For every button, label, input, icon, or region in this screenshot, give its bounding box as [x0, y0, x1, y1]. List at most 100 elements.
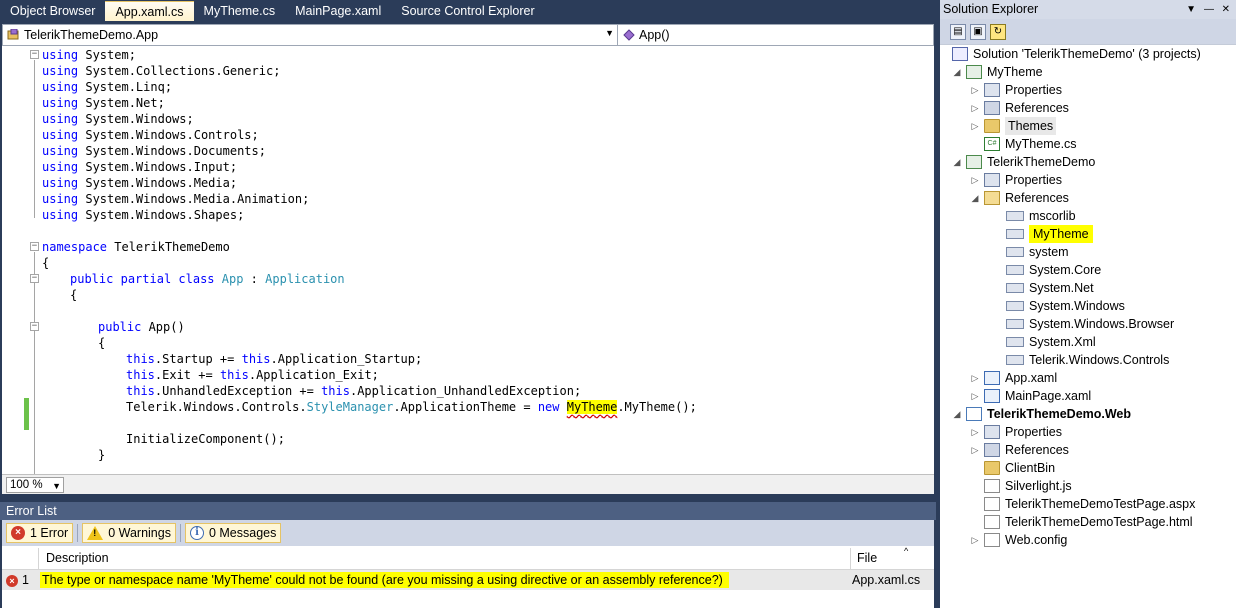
- html-file-icon: [984, 515, 1000, 529]
- tree-item-app-xaml[interactable]: ▷ App.xaml: [970, 369, 1057, 387]
- collapse-usings-icon[interactable]: −: [30, 50, 39, 59]
- tree-item-silverlight-js[interactable]: Silverlight.js: [984, 477, 1072, 495]
- tree-item-properties[interactable]: ▷ Properties: [970, 81, 1062, 99]
- tree-item-mainpage-xaml[interactable]: ▷ MainPage.xaml: [970, 387, 1091, 405]
- tree-item-reference[interactable]: System.Core: [1006, 261, 1101, 279]
- properties-icon: [984, 425, 1000, 439]
- type-name: StyleManager: [306, 400, 394, 414]
- expand-arrow-icon[interactable]: ▷: [970, 423, 980, 441]
- collapse-arrow-icon[interactable]: ◢: [952, 153, 962, 171]
- keyword: using: [42, 80, 79, 94]
- collapse-arrow-icon[interactable]: ◢: [970, 189, 980, 207]
- collapse-arrow-icon[interactable]: ◢: [952, 63, 962, 81]
- info-icon: i: [189, 526, 204, 540]
- code-line: using System;: [42, 47, 136, 63]
- show-all-files-icon[interactable]: ▣: [970, 23, 986, 40]
- tree-item-testpage-aspx[interactable]: TelerikThemeDemoTestPage.aspx: [984, 495, 1195, 513]
- tree-item-mytheme-cs[interactable]: C# MyTheme.cs: [984, 135, 1077, 153]
- member-dropdown[interactable]: App(): [618, 25, 933, 45]
- keyword: this: [126, 368, 155, 382]
- tree-item-project-telerikthemedemo[interactable]: ◢ TelerikThemeDemo: [952, 153, 1095, 171]
- pin-icon[interactable]: —: [1204, 0, 1214, 19]
- tree-item-web-config[interactable]: ▷ Web.config: [970, 531, 1067, 549]
- tree-item-references[interactable]: ◢ References: [970, 189, 1069, 207]
- tree-item-properties[interactable]: ▷ Properties: [970, 423, 1062, 441]
- tree-item-label: mscorlib: [1029, 209, 1076, 223]
- code-line: Telerik.Windows.Controls.StyleManager.Ap…: [126, 399, 697, 415]
- properties-icon: [984, 83, 1000, 97]
- collapse-class-icon[interactable]: −: [30, 274, 39, 283]
- expand-arrow-icon[interactable]: ▷: [970, 531, 980, 549]
- class-dropdown[interactable]: TelerikThemeDemo.App ▼: [3, 25, 618, 45]
- tree-item-clientbin[interactable]: ClientBin: [984, 459, 1055, 477]
- tree-item-testpage-html[interactable]: TelerikThemeDemoTestPage.html: [984, 513, 1193, 531]
- zoom-dropdown[interactable]: 100 % ▼: [6, 477, 64, 493]
- close-icon[interactable]: ✕: [1222, 0, 1230, 19]
- tree-item-reference[interactable]: System.Windows: [1006, 297, 1125, 315]
- tree-item-solution[interactable]: Solution 'TelerikThemeDemo' (3 projects): [952, 45, 1201, 63]
- divider: [179, 524, 181, 542]
- tab-object-browser[interactable]: Object Browser: [0, 1, 105, 21]
- collapse-namespace-icon[interactable]: −: [30, 242, 39, 251]
- errors-filter-button[interactable]: × 1 Error: [6, 523, 74, 543]
- using-namespace: System.Windows.Shapes;: [85, 208, 245, 222]
- column-header-description[interactable]: Description: [46, 551, 109, 565]
- column-header-file[interactable]: File: [857, 551, 877, 565]
- refresh-icon[interactable]: ↻: [990, 23, 1006, 40]
- warnings-filter-button[interactable]: ! 0 Warnings: [82, 523, 176, 543]
- tree-item-label: Web.config: [1005, 533, 1068, 547]
- collapse-arrow-icon[interactable]: ◢: [952, 405, 962, 423]
- tree-item-label: Themes: [1005, 117, 1057, 135]
- tab-source-control-explorer[interactable]: Source Control Explorer: [391, 1, 544, 21]
- expand-arrow-icon[interactable]: ▷: [970, 441, 980, 459]
- tree-item-reference[interactable]: system: [1006, 243, 1069, 261]
- tree-item-label: TelerikThemeDemo.Web: [987, 407, 1132, 421]
- code-line: InitializeComponent();: [126, 431, 285, 447]
- expand-arrow-icon[interactable]: ▷: [970, 171, 980, 189]
- tab-mytheme-cs[interactable]: MyTheme.cs: [194, 1, 286, 21]
- expand-arrow-icon[interactable]: ▷: [970, 81, 980, 99]
- error-row[interactable]: × 1 The type or namespace name 'MyTheme'…: [2, 570, 934, 590]
- keyword: class: [178, 272, 215, 286]
- error-squiggle-token[interactable]: MyTheme: [566, 400, 618, 414]
- expand-arrow-icon[interactable]: ▷: [970, 117, 980, 135]
- tree-item-reference[interactable]: mscorlib: [1006, 207, 1076, 225]
- tree-item-properties[interactable]: ▷ Properties: [970, 171, 1062, 189]
- using-namespace: System.Windows.Documents;: [85, 144, 266, 158]
- chevron-down-icon[interactable]: ▼: [1186, 0, 1196, 19]
- code-text: .Exit +=: [154, 368, 220, 382]
- tree-item-references[interactable]: ▷ References: [970, 441, 1069, 459]
- tree-item-reference[interactable]: System.Net: [1006, 279, 1094, 297]
- tree-item-label: System.Windows.Browser: [1029, 317, 1175, 331]
- expand-arrow-icon[interactable]: ▷: [970, 369, 980, 387]
- script-file-icon: [984, 479, 1000, 493]
- tree-item-label: Silverlight.js: [1005, 479, 1072, 493]
- keyword: namespace: [42, 240, 108, 254]
- warnings-filter-label: 0 Warnings: [108, 526, 171, 540]
- tree-item-reference[interactable]: System.Xml: [1006, 333, 1096, 351]
- tree-item-reference[interactable]: System.Windows.Browser: [1006, 315, 1174, 333]
- tree-item-reference-mytheme[interactable]: MyTheme: [1006, 225, 1093, 243]
- tree-item-themes[interactable]: ▷ Themes: [970, 117, 1057, 135]
- tree-item-project-web[interactable]: ◢ TelerikThemeDemo.Web: [952, 405, 1131, 423]
- tree-item-project-mytheme[interactable]: ◢ MyTheme: [952, 63, 1043, 81]
- error-icon: ×: [11, 526, 25, 540]
- properties-icon[interactable]: ▤: [950, 23, 966, 40]
- project-icon: [966, 65, 982, 79]
- tree-item-reference[interactable]: Telerik.Windows.Controls: [1006, 351, 1169, 369]
- using-namespace: System.Windows.Controls;: [85, 128, 259, 142]
- tree-item-references[interactable]: ▷ References: [970, 99, 1069, 117]
- expand-arrow-icon[interactable]: ▷: [970, 387, 980, 405]
- code-editor[interactable]: − − − − using System; using System.Colle…: [2, 46, 934, 474]
- collapse-ctor-icon[interactable]: −: [30, 322, 39, 331]
- tree-item-label: References: [1005, 191, 1069, 205]
- brace: {: [98, 336, 106, 350]
- sort-arrow-icon: ^: [904, 546, 909, 556]
- expand-arrow-icon[interactable]: ▷: [970, 99, 980, 117]
- tab-mainpage-xaml[interactable]: MainPage.xaml: [285, 1, 391, 21]
- tab-app-xaml-cs[interactable]: App.xaml.cs: [105, 1, 194, 21]
- messages-filter-button[interactable]: i 0 Messages: [184, 523, 282, 543]
- keyword: using: [42, 48, 79, 62]
- tree-item-label: References: [1005, 101, 1069, 115]
- using-namespace: System.Windows.Media.Animation;: [85, 192, 310, 206]
